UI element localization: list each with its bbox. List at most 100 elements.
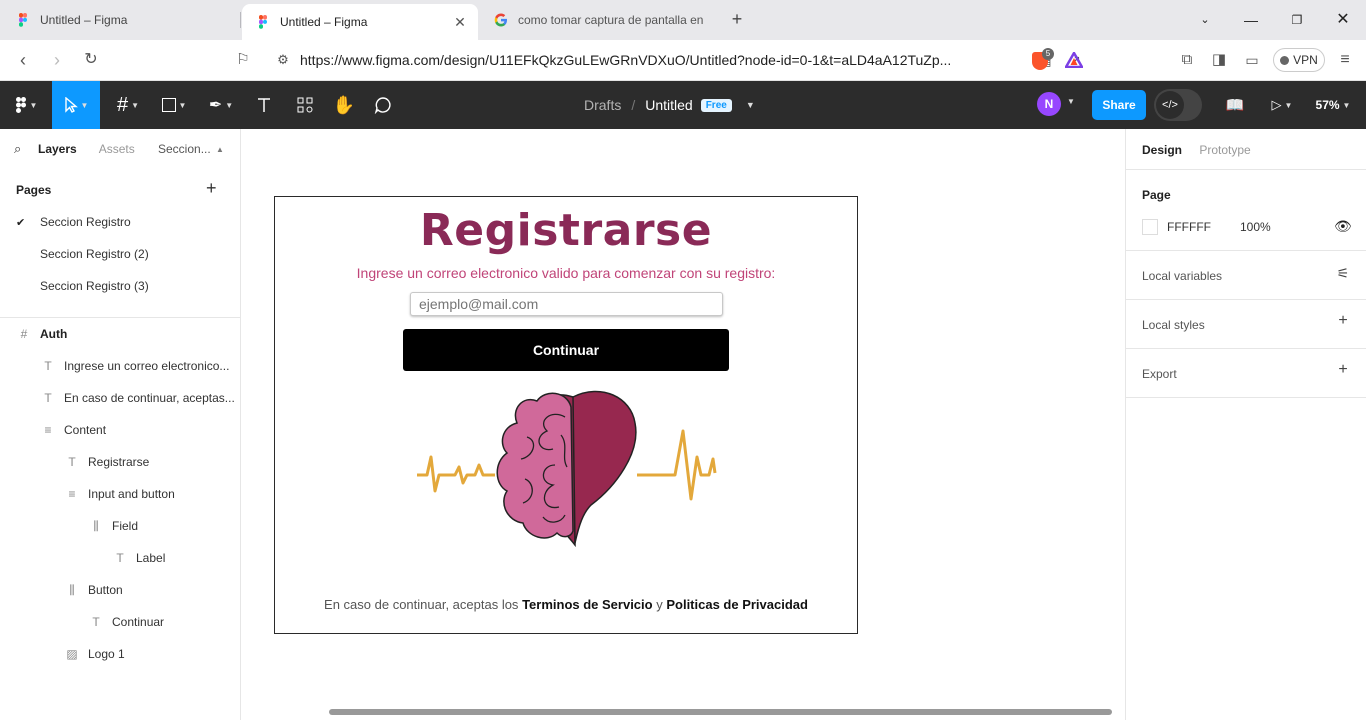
comment-tool[interactable] [366,81,400,129]
menu-icon[interactable]: ≡ [1334,49,1356,71]
text-tool[interactable] [248,81,280,129]
restore-icon[interactable]: ❐ [1287,10,1307,30]
add-page-icon[interactable]: + [206,179,217,197]
layer-item[interactable]: T En caso de continuar, aceptas... [36,382,234,414]
layer-label: Auth [40,327,68,341]
cursor-icon [64,97,78,113]
move-tool[interactable]: ▼ [52,81,100,129]
tab-assets[interactable]: Assets [99,142,135,156]
back-icon[interactable]: ‹ [12,49,34,71]
color-swatch[interactable] [1142,219,1158,235]
play-icon: ▷ [1271,97,1282,112]
chevron-up-icon[interactable]: ▲ [216,145,224,154]
layer-item[interactable]: T Registrarse [60,446,149,478]
local-variables-section[interactable]: Local variables ⚟ [1126,250,1366,299]
avatar[interactable]: N [1037,92,1061,116]
horizontal-scrollbar[interactable] [329,709,1112,715]
layer-label: Continuar [112,615,165,629]
pages-heading: Pages [16,183,52,197]
layer-item[interactable]: ⫼ Button [60,574,123,606]
layer-label: Content [64,423,107,437]
canvas[interactable]: Registrarse Ingrese un correo electronic… [241,129,1125,720]
search-icon[interactable]: ⌕ [14,141,38,157]
tab-search-chevron-icon[interactable]: ⌄ [1195,10,1215,30]
layer-item[interactable]: T Ingrese un correo electronico... [36,350,229,382]
resources-tool[interactable] [288,81,322,129]
close-window-icon[interactable]: ✕ [1333,10,1353,30]
layer-item[interactable]: T Continuar [84,606,164,638]
layer-label: Field [112,519,139,533]
site-settings-icon[interactable]: ⚙ [266,52,300,68]
address-bar[interactable]: ⚙ https://www.figma.com/design/U11EFkQkz… [266,45,1090,75]
page-fill-hex[interactable]: FFFFFF [1167,220,1211,234]
layer-item[interactable]: ▨ Logo 1 [60,638,124,670]
sidebar-toggle-icon[interactable]: ◨ [1208,49,1230,71]
forward-icon[interactable]: › [46,49,68,71]
layer-item[interactable]: ⫼ Field [84,510,138,542]
browser-tab[interactable]: Untitled – Figma [2,5,238,35]
frame-tool[interactable]: # ▼ [108,81,148,129]
terms-text[interactable]: En caso de continuar, aceptas los Termin… [275,597,857,612]
layer-item[interactable]: T Label [108,542,165,574]
privacy-policy-link[interactable]: Politicas de Privacidad [666,597,808,612]
tab-prototype[interactable]: Prototype [1199,143,1250,157]
brain-heart-logo-icon[interactable] [415,387,717,549]
tab-design[interactable]: Design [1142,143,1182,157]
bookmark-icon[interactable]: ⚐ [232,49,254,71]
reload-icon[interactable]: ↻ [80,49,102,71]
tab-layers[interactable]: Layers [38,142,77,156]
extensions-icon[interactable]: ⧉ [1176,49,1198,71]
email-field[interactable] [410,292,723,316]
auth-frame[interactable]: Registrarse Ingrese un correo electronic… [274,196,858,634]
layer-item[interactable]: # Auth [12,318,68,350]
page-selector[interactable]: Seccion... [158,142,211,156]
eye-icon[interactable]: 👁 [1334,218,1352,235]
present-button[interactable]: ▷ ▼ [1262,81,1302,129]
add-export-icon[interactable]: + [1334,361,1352,379]
auto-layout-vertical-icon: ≡ [44,423,52,437]
add-style-icon[interactable]: + [1334,312,1352,330]
adjust-icon[interactable]: ⚟ [1334,265,1352,282]
wallet-icon[interactable]: ▭ [1241,49,1263,71]
layer-label: Button [88,583,123,597]
share-button[interactable]: Share [1092,90,1146,120]
continue-button[interactable]: Continuar [403,329,729,371]
book-icon: 📖 [1225,97,1245,114]
dev-mode-toggle[interactable]: </> [1154,89,1202,121]
vpn-button[interactable]: VPN [1273,48,1325,72]
page-title[interactable]: Registrarse [275,205,857,256]
layer-item[interactable]: ≡ Content [36,414,106,446]
browser-tab[interactable]: como tomar captura de pantalla en [480,5,716,35]
breadcrumb-drafts[interactable]: Drafts [584,97,621,113]
resources-icon [297,97,313,113]
chevron-down-icon[interactable]: ▼ [746,100,755,110]
brave-rewards-icon[interactable] [1065,52,1083,68]
page-fill-opacity[interactable]: 100% [1240,220,1271,234]
shields-count-badge: 5 [1042,48,1054,60]
file-name[interactable]: Untitled [645,97,692,113]
minimize-icon[interactable]: — [1241,10,1261,30]
hand-tool[interactable]: ✋ [328,81,360,129]
zoom-menu[interactable]: 57% ▼ [1310,81,1356,129]
url-text[interactable]: https://www.figma.com/design/U11EFkQkzGu… [300,52,1030,68]
shape-tool[interactable]: ▼ [154,81,194,129]
page-item[interactable]: ✔ Seccion Registro [0,206,240,238]
main-menu-button[interactable]: ▼ [8,81,44,129]
terms-of-service-link[interactable]: Terminos de Servicio [522,597,653,612]
chevron-down-icon[interactable]: ▼ [1067,97,1075,106]
pen-tool[interactable]: ✒ ▼ [200,81,242,129]
subtitle-text[interactable]: Ingrese un correo electronico valido par… [275,265,857,281]
hand-icon: ✋ [332,94,356,115]
browser-navigation-bar: ‹ › ↻ ⚐ ⚙ https://www.figma.com/design/U… [0,40,1366,81]
new-tab-button[interactable]: + [726,8,748,30]
page-item[interactable]: Seccion Registro (3) [0,270,240,302]
local-styles-section[interactable]: Local styles + [1126,299,1366,348]
layer-item[interactable]: ≡ Input and button [60,478,174,510]
image-icon: ▨ [66,647,78,661]
left-panel-tabs: ⌕ Layers Assets Seccion... ▲ [0,129,240,169]
page-item[interactable]: Seccion Registro (2) [0,238,240,270]
export-section[interactable]: Export + [1126,348,1366,398]
browser-tab-active[interactable]: Untitled – Figma ✕ [242,4,478,40]
library-button[interactable]: 📖 [1225,81,1245,129]
close-tab-icon[interactable]: ✕ [452,14,468,31]
